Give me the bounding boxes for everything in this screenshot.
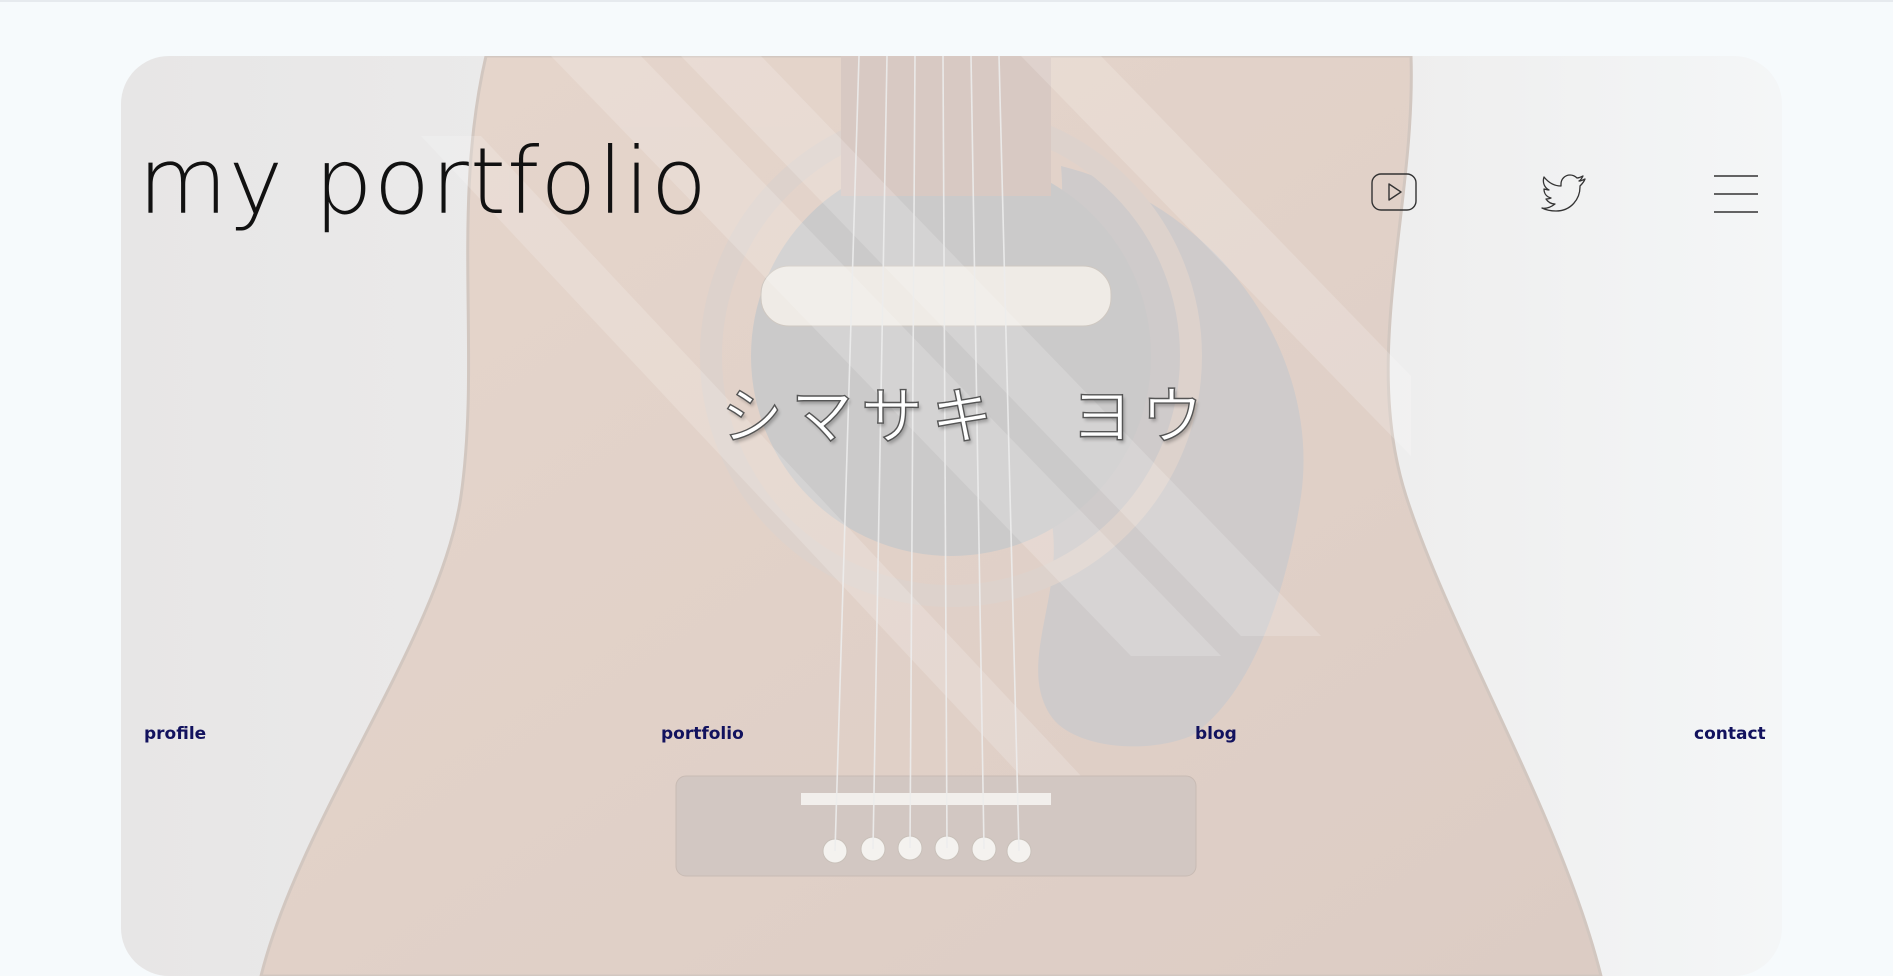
twitter-icon[interactable] [1541,174,1587,216]
nav-link-contact[interactable]: contact [1694,724,1766,744]
youtube-icon[interactable] [1371,173,1417,215]
nav-link-portfolio[interactable]: portfolio [661,724,744,744]
nav-link-blog[interactable]: blog [1195,724,1237,744]
hero-banner: my portfolio シマサキ ヨウ profile portfolio b… [121,56,1782,976]
owner-name: シマサキ ヨウ [720,379,1212,453]
hamburger-menu-icon[interactable] [1713,174,1759,218]
top-divider [0,0,1893,2]
nav-link-profile[interactable]: profile [144,724,206,744]
site-title: my portfolio [138,128,708,235]
